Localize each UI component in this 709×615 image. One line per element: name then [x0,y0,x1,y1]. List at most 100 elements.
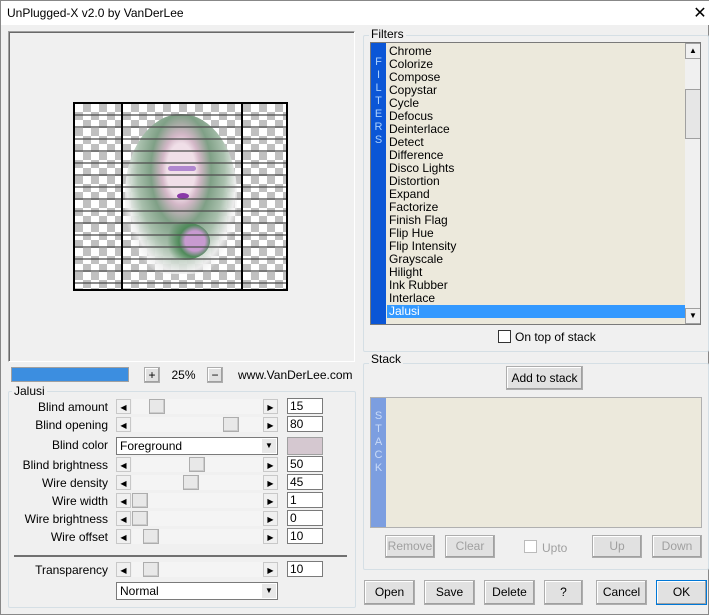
slider-right-arrow-icon[interactable]: ▶ [263,529,278,544]
up-button[interactable]: Up [592,535,642,558]
help-button[interactable]: ? [544,580,583,605]
blind-brightness-slider-thumb[interactable] [189,457,205,472]
filter-item[interactable]: Interlace [387,292,685,305]
filter-item[interactable]: Copystar [387,84,685,97]
website-link[interactable]: www.VanDerLee.com [238,368,353,382]
scroll-thumb[interactable] [685,89,700,139]
open-button[interactable]: Open [364,580,415,605]
preview-image[interactable] [73,102,288,291]
transparency-input[interactable]: 10 [287,561,323,577]
separator [14,555,347,557]
blind-amount-input[interactable]: 15 [287,398,323,414]
filter-item[interactable]: Grayscale [387,253,685,266]
slider-left-arrow-icon[interactable]: ◀ [116,562,131,577]
filter-scrollbar[interactable]: ▲ ▼ [685,43,700,324]
blind-wire [75,174,286,176]
wire-density-label: Wire density [41,476,108,490]
down-button[interactable]: Down [652,535,702,558]
on-top-of-stack-checkbox[interactable] [498,330,511,343]
wire-brightness-label: Wire brightness [24,512,108,526]
slider-left-arrow-icon[interactable]: ◀ [116,457,131,472]
slider-right-arrow-icon[interactable]: ▶ [263,493,278,508]
filter-item[interactable]: Jalusi [387,305,685,318]
wire-width-slider-thumb[interactable] [132,493,148,508]
slider-left-arrow-icon[interactable]: ◀ [116,493,131,508]
slider-left-arrow-icon[interactable]: ◀ [116,475,131,490]
wire-brightness-input[interactable]: 0 [287,510,323,526]
on-top-of-stack-label: On top of stack [515,330,596,344]
wire-brightness-slider[interactable] [132,511,263,526]
slider-left-arrow-icon[interactable]: ◀ [116,529,131,544]
blind-brightness-input[interactable]: 50 [287,456,323,472]
slider-right-arrow-icon[interactable]: ▶ [263,511,278,526]
blind-wire [75,282,286,284]
slider-left-arrow-icon[interactable]: ◀ [116,511,131,526]
add-to-stack-button[interactable]: Add to stack [506,366,583,390]
blind-brightness-label: Blind brightness [22,458,108,472]
upto-checkbox[interactable] [524,540,537,553]
stack-strip: STACK [371,398,386,527]
filters-strip: FILTERS [371,43,386,324]
blind-color-select[interactable]: Foreground ▼ [116,437,278,455]
blind-wire [75,246,286,248]
filter-item[interactable]: Deinterlace [387,123,685,136]
slider-right-arrow-icon[interactable]: ▶ [263,457,278,472]
blind-wire [75,114,286,116]
blind-wire [75,234,286,236]
wire-density-input[interactable]: 45 [287,474,323,490]
blind-wire [241,104,243,289]
wire-width-slider[interactable] [132,493,263,508]
filters-group-label: Filters [369,27,406,41]
filter-list[interactable]: FILTERS Chrome Colorize Compose Copystar Cyc… [370,42,701,325]
ok-button[interactable]: OK [656,580,707,605]
blind-amount-label: Blind amount [37,400,108,414]
blind-wire [75,150,286,152]
close-icon[interactable]: ✕ [691,3,709,23]
portrait-eyes [168,166,196,171]
slider-right-arrow-icon[interactable]: ▶ [263,417,278,432]
blend-mode-value: Normal [120,584,159,598]
delete-button[interactable]: Delete [484,580,535,605]
filter-item[interactable]: Distortion [387,175,685,188]
clear-button[interactable]: Clear [445,535,495,558]
blind-opening-slider-thumb[interactable] [223,417,239,432]
cancel-button[interactable]: Cancel [596,580,647,605]
stack-list[interactable]: STACK [370,397,702,528]
slider-left-arrow-icon[interactable]: ◀ [116,399,131,414]
zoom-out-button[interactable]: − [207,367,223,383]
chevron-down-icon[interactable]: ▼ [262,439,276,453]
scroll-up-icon[interactable]: ▲ [685,43,700,59]
blend-mode-select[interactable]: Normal ▼ [116,582,278,600]
wire-offset-input[interactable]: 10 [287,528,323,544]
title-bar: UnPlugged-X v2.0 by VanDerLee ✕ [1,1,709,25]
wire-offset-label: Wire offset [50,530,108,544]
slider-right-arrow-icon[interactable]: ▶ [263,475,278,490]
blind-wire [75,198,286,200]
slider-left-arrow-icon[interactable]: ◀ [116,417,131,432]
blind-wire [75,162,286,164]
blind-opening-input[interactable]: 80 [287,416,323,432]
slider-right-arrow-icon[interactable]: ▶ [263,399,278,414]
blind-wire [75,270,286,272]
wire-offset-slider-thumb[interactable] [143,529,159,544]
blind-wire [75,210,286,212]
blind-color-swatch[interactable] [287,437,323,455]
blind-wire [75,126,286,128]
blind-amount-slider-thumb[interactable] [149,399,165,414]
wire-density-slider-thumb[interactable] [183,475,199,490]
blind-color-value: Foreground [120,439,183,453]
zoom-in-button[interactable]: + [144,367,160,383]
wire-brightness-slider-thumb[interactable] [132,511,148,526]
portrait-flower [160,222,210,260]
wire-width-input[interactable]: 1 [287,492,323,508]
slider-right-arrow-icon[interactable]: ▶ [263,562,278,577]
remove-button[interactable]: Remove [385,535,435,558]
chevron-down-icon[interactable]: ▼ [262,584,276,598]
transparency-slider-thumb[interactable] [143,562,159,577]
window-title: UnPlugged-X v2.0 by VanDerLee [7,6,184,20]
zoom-level: 25% [171,368,196,382]
save-button[interactable]: Save [424,580,475,605]
blind-opening-slider[interactable] [132,417,263,432]
progress-bar [11,367,129,382]
scroll-down-icon[interactable]: ▼ [685,308,700,324]
